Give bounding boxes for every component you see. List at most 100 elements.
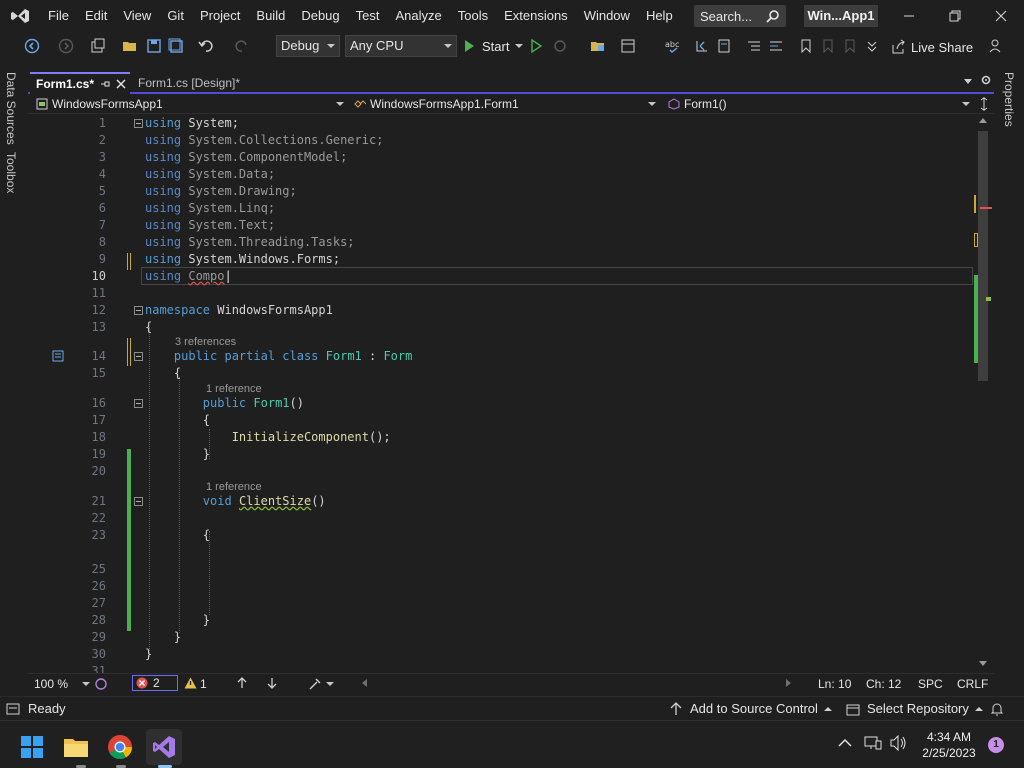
- zoom-level[interactable]: 100 %: [34, 676, 68, 692]
- navigate-back-icon[interactable]: [24, 38, 40, 54]
- scroll-right-icon[interactable]: [786, 679, 791, 687]
- zoom-dropdown-icon[interactable]: [82, 682, 90, 686]
- start-debugging-button[interactable]: Start: [462, 35, 524, 57]
- copilot-icon[interactable]: [94, 677, 108, 691]
- scroll-left-icon[interactable]: [362, 679, 367, 687]
- menu-edit[interactable]: Edit: [77, 0, 115, 32]
- save-all-icon[interactable]: [168, 38, 184, 54]
- scroll-down-icon[interactable]: [979, 661, 987, 666]
- tab-form1-cs[interactable]: Form1.cs*: [30, 72, 130, 94]
- menu-git[interactable]: Git: [159, 0, 192, 32]
- visual-studio-taskbar-button[interactable]: [146, 729, 182, 765]
- navigation-bar: WindowsFormsApp1 WindowsFormsApp1.Form1 …: [28, 94, 994, 114]
- menu-file[interactable]: File: [40, 0, 77, 32]
- start-menu-button[interactable]: [14, 729, 50, 765]
- select-repository-button[interactable]: Select Repository: [846, 701, 983, 717]
- show-hidden-icons-icon[interactable]: [838, 738, 852, 748]
- search-input[interactable]: Search...: [694, 5, 786, 27]
- data-sources-tab[interactable]: Data Sources: [4, 72, 18, 145]
- layout-icon[interactable]: [620, 38, 636, 54]
- code-lens-references[interactable]: 3 references: [175, 336, 236, 348]
- split-editor-icon[interactable]: [978, 97, 990, 111]
- comment-lines-icon[interactable]: [746, 38, 762, 54]
- code-line: 6 using System.Linq;: [28, 200, 972, 217]
- next-bookmark-icon[interactable]: [842, 38, 858, 54]
- project-dropdown[interactable]: WindowsFormsApp1: [30, 94, 346, 114]
- save-icon[interactable]: [146, 38, 162, 54]
- error-count-button[interactable]: 2: [132, 675, 178, 691]
- menu-analyze[interactable]: Analyze: [387, 0, 449, 32]
- warning-count[interactable]: 1: [200, 676, 207, 692]
- browse-folder-icon[interactable]: [590, 38, 606, 54]
- play-icon: [465, 40, 474, 52]
- tab-form1-design[interactable]: Form1.cs [Design]*: [134, 72, 254, 94]
- toolbar-overflow-icon[interactable]: [864, 38, 880, 54]
- menu-debug[interactable]: Debug: [293, 0, 347, 32]
- code-cleanup-icon[interactable]: [308, 677, 322, 691]
- menu-extensions[interactable]: Extensions: [496, 0, 576, 32]
- solution-platform-select[interactable]: Any CPU: [345, 35, 457, 57]
- minimize-button[interactable]: [886, 0, 932, 32]
- member-dropdown[interactable]: Form1(): [662, 94, 972, 114]
- open-folder-icon[interactable]: [122, 38, 138, 54]
- undo-icon[interactable]: [198, 38, 214, 54]
- solution-name-badge[interactable]: Win...App1: [804, 5, 878, 27]
- code-lens-references[interactable]: 1 reference: [206, 481, 262, 493]
- menu-view[interactable]: View: [115, 0, 159, 32]
- previous-bookmark-icon[interactable]: [820, 38, 836, 54]
- close-tab-icon[interactable]: [116, 79, 126, 89]
- solution-configuration-select[interactable]: Debug: [276, 35, 340, 57]
- start-without-debugging-icon[interactable]: [528, 38, 544, 54]
- toggle-breakpoint-icon[interactable]: [694, 38, 710, 54]
- feedback-icon[interactable]: [988, 38, 1004, 54]
- menu-help[interactable]: Help: [638, 0, 681, 32]
- menu-tools[interactable]: Tools: [450, 0, 496, 32]
- warning-icon[interactable]: [184, 677, 197, 689]
- network-icon[interactable]: [864, 735, 882, 751]
- code-lens-references[interactable]: 1 reference: [206, 383, 262, 395]
- scroll-up-icon[interactable]: [979, 118, 987, 123]
- navigate-forward-icon[interactable]: [58, 38, 74, 54]
- spell-check-icon[interactable]: abc: [664, 38, 680, 54]
- close-window-button[interactable]: [978, 0, 1024, 32]
- next-issue-icon[interactable]: [266, 677, 278, 689]
- notifications-bell-icon[interactable]: [990, 702, 1004, 716]
- visual-studio-icon: [153, 736, 175, 758]
- menu-build[interactable]: Build: [248, 0, 293, 32]
- maximize-button[interactable]: [932, 0, 978, 32]
- previous-issue-icon[interactable]: [236, 677, 248, 689]
- properties-tab[interactable]: Properties: [1002, 72, 1016, 127]
- menu-project[interactable]: Project: [192, 0, 248, 32]
- settings-gear-icon[interactable]: [980, 74, 992, 86]
- redo-icon[interactable]: [234, 38, 250, 54]
- clock-date: 2/25/2023: [922, 746, 976, 760]
- live-share-button[interactable]: Live Share: [890, 36, 973, 58]
- volume-icon[interactable]: [890, 735, 908, 751]
- line-ending-indicator[interactable]: CRLF: [957, 676, 988, 692]
- code-editor[interactable]: 3 references 1 reference 1 reference 1 us…: [28, 115, 992, 673]
- toolbox-tab[interactable]: Toolbox: [4, 152, 18, 193]
- bookmark-icon[interactable]: [798, 38, 814, 54]
- file-explorer-button[interactable]: [58, 729, 94, 765]
- chrome-button[interactable]: [102, 729, 138, 765]
- column-indicator[interactable]: Ch: 12: [866, 676, 901, 692]
- hot-reload-icon[interactable]: [552, 38, 568, 54]
- format-document-icon[interactable]: [716, 38, 732, 54]
- add-to-source-control-button[interactable]: Add to Source Control: [670, 701, 832, 717]
- new-project-icon[interactable]: [90, 38, 106, 54]
- code-text: using System.Data;: [145, 167, 276, 181]
- type-dropdown[interactable]: WindowsFormsApp1.Form1: [348, 94, 660, 114]
- scrollbar-thumb[interactable]: [978, 131, 988, 381]
- menu-test[interactable]: Test: [348, 0, 388, 32]
- cleanup-dropdown-icon[interactable]: [326, 682, 334, 686]
- whitespace-indicator[interactable]: SPC: [918, 676, 943, 692]
- line-indicator[interactable]: Ln: 10: [818, 676, 851, 692]
- tab-list-dropdown-icon[interactable]: [964, 79, 972, 84]
- editor-vertical-scrollbar[interactable]: [974, 115, 992, 673]
- code-line: 12 namespace WindowsFormsApp1: [28, 302, 972, 319]
- menu-window[interactable]: Window: [576, 0, 638, 32]
- notification-count-badge[interactable]: 1: [988, 737, 1004, 753]
- pin-icon[interactable]: [100, 79, 110, 89]
- system-clock[interactable]: 4:34 AM 2/25/2023: [914, 729, 984, 761]
- uncomment-lines-icon[interactable]: [768, 38, 784, 54]
